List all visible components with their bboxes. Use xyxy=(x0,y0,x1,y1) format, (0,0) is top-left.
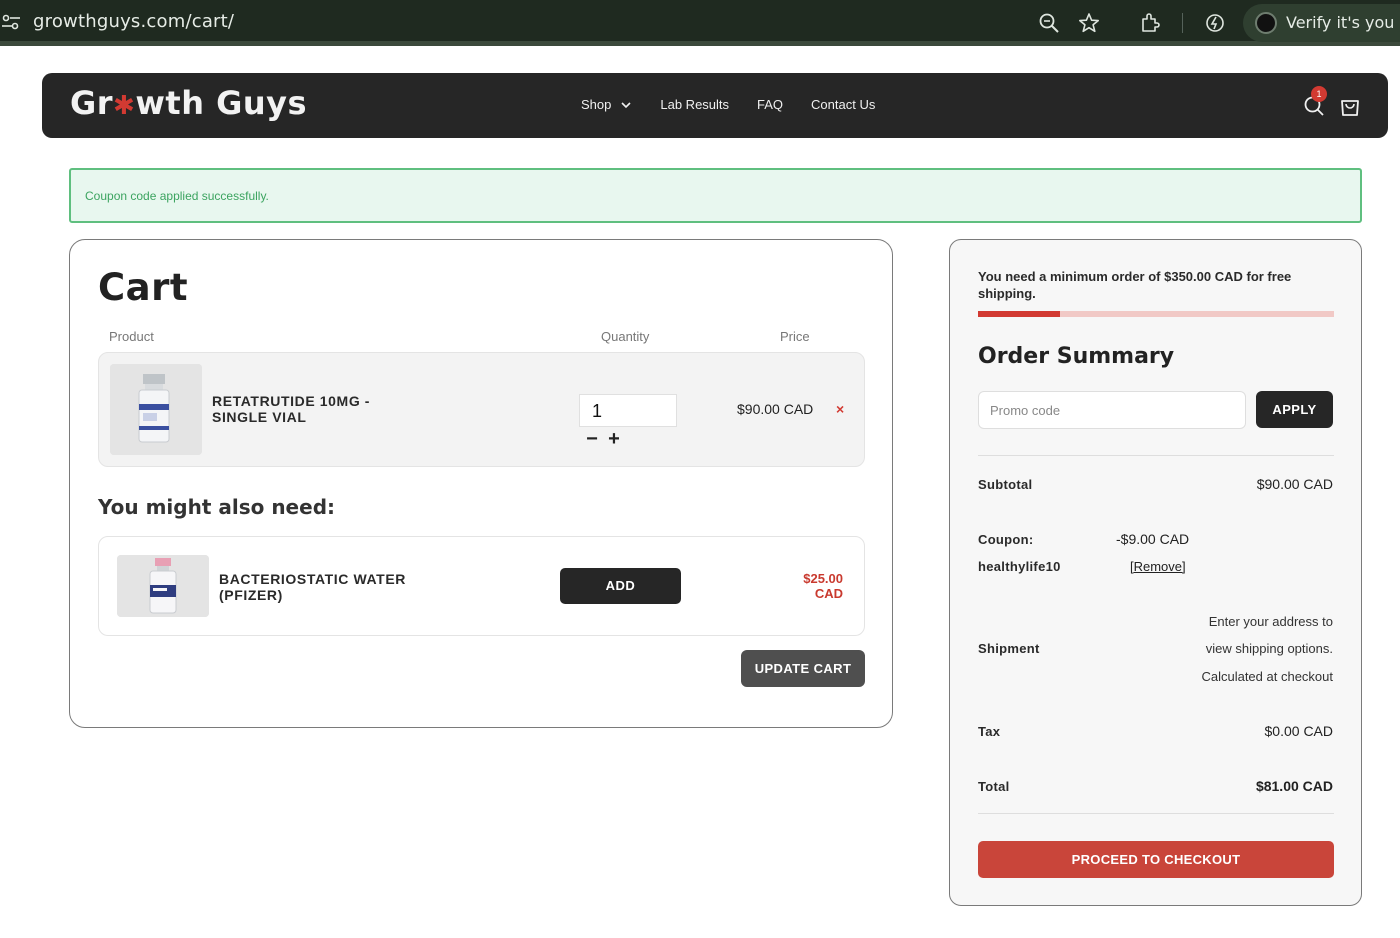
shipment-note: Enter your address to xyxy=(1208,614,1333,629)
extensions-icon[interactable] xyxy=(1139,12,1161,34)
browser-toolbar: growthguys.com/cart/ Verify it's you xyxy=(0,0,1400,46)
quantity-increase-button[interactable]: + xyxy=(606,428,622,451)
apply-promo-button[interactable]: APPLY xyxy=(1256,391,1333,428)
upsell-price: $25.00 CAD xyxy=(779,571,843,601)
add-upsell-button[interactable]: ADD xyxy=(560,568,681,604)
cart-bag-icon[interactable] xyxy=(1339,95,1361,117)
tax-value: $0.00 CAD xyxy=(1264,723,1333,739)
remove-item-button[interactable]: × xyxy=(836,401,844,417)
nav-item-shop[interactable]: Shop xyxy=(581,97,632,112)
logo-asterisk-icon: ✱ xyxy=(113,91,136,121)
verify-label: Verify it's you xyxy=(1286,13,1395,32)
quantity-input[interactable]: 1 xyxy=(579,394,677,427)
nav-item-contact-us[interactable]: Contact Us xyxy=(811,97,875,112)
logo-text-end: wth Guys xyxy=(135,84,308,122)
shipment-note: Calculated at checkout xyxy=(1201,669,1333,684)
nav-label: FAQ xyxy=(757,97,784,112)
quantity-decrease-button[interactable]: − xyxy=(584,428,600,451)
profile-avatar-icon xyxy=(1255,12,1277,34)
shipment-note: view shipping options. xyxy=(1205,641,1333,656)
site-header: Gr✱wth Guys Shop Lab Results FAQ Contact… xyxy=(42,73,1388,138)
total-value: $81.00 CAD xyxy=(1255,778,1333,794)
shipment-label: Shipment xyxy=(978,641,1040,656)
promo-code-input[interactable] xyxy=(978,391,1246,429)
coupon-success-notice: Coupon code applied successfully. xyxy=(69,168,1362,223)
logo-text-start: Gr xyxy=(70,84,114,122)
line-item-price: $90.00 CAD xyxy=(737,401,814,417)
water-vial-image xyxy=(117,555,209,617)
upsell-item: BACTERIOSTATIC WATER (PFIZER) ADD $25.00… xyxy=(98,536,865,636)
nav-label: Shop xyxy=(581,97,612,112)
proceed-to-checkout-button[interactable]: PROCEED TO CHECKOUT xyxy=(978,841,1334,878)
vial-image xyxy=(110,364,202,455)
total-label: Total xyxy=(978,779,1010,794)
subtotal-value: $90.00 CAD xyxy=(1256,476,1333,492)
free-shipping-message: You need a minimum order of $350.00 CAD … xyxy=(978,269,1292,301)
product-name-line: SINGLE VIAL xyxy=(212,409,307,425)
upsell-price-amount: $25.00 xyxy=(803,571,843,586)
tax-label: Tax xyxy=(978,724,1001,739)
column-header-quantity: Quantity xyxy=(601,329,650,344)
coupon-code: healthylife10 xyxy=(978,559,1061,574)
main-nav: Shop Lab Results FAQ Contact Us xyxy=(581,97,903,112)
nav-item-lab-results[interactable]: Lab Results xyxy=(660,97,729,112)
nav-item-faq[interactable]: FAQ xyxy=(757,97,783,112)
nav-label: Lab Results xyxy=(660,97,730,112)
column-header-price: Price xyxy=(780,329,810,344)
cart-line-item: RETATRUTIDE 10MG - SINGLE VIAL 1 − + $90… xyxy=(98,352,865,467)
product-name-line: RETATRUTIDE 10MG - xyxy=(212,393,371,409)
nav-label: Contact Us xyxy=(811,97,876,112)
cart-count-badge: 1 xyxy=(1311,86,1327,102)
upsell-product-image[interactable] xyxy=(117,555,209,617)
upsell-name-line: (PFIZER) xyxy=(219,587,283,603)
cart-panel: Cart Product Quantity Price RETATRUTIDE … xyxy=(69,239,893,728)
free-shipping-progress xyxy=(978,311,1334,317)
bookmark-star-icon[interactable] xyxy=(1078,12,1100,34)
site-settings-icon[interactable] xyxy=(2,12,20,32)
performance-leaf-icon[interactable] xyxy=(1204,12,1226,34)
summary-divider xyxy=(978,813,1334,814)
site-logo[interactable]: Gr✱wth Guys xyxy=(70,84,307,122)
product-name[interactable]: RETATRUTIDE 10MG - SINGLE VIAL xyxy=(212,393,370,425)
summary-divider xyxy=(978,455,1334,456)
summary-title: Order Summary xyxy=(978,344,1175,369)
remove-coupon-link[interactable]: [Remove] xyxy=(1130,559,1186,574)
column-header-product: Product xyxy=(109,329,154,344)
free-shipping-progress-fill xyxy=(978,311,1060,317)
product-image[interactable] xyxy=(110,364,202,455)
upsell-price-currency: CAD xyxy=(814,586,843,601)
update-cart-button[interactable]: UPDATE CART xyxy=(741,650,865,687)
quantity-value: 1 xyxy=(592,401,603,421)
upsell-name-line: BACTERIOSTATIC WATER xyxy=(219,571,406,587)
verify-profile-button[interactable]: Verify it's you xyxy=(1243,4,1400,42)
zoom-icon[interactable] xyxy=(1038,12,1060,34)
upsell-product-name[interactable]: BACTERIOSTATIC WATER (PFIZER) xyxy=(219,571,406,603)
coupon-amount: -$9.00 CAD xyxy=(1116,531,1190,547)
page-title: Cart xyxy=(98,266,189,309)
toolbar-separator xyxy=(1182,13,1183,33)
address-bar-url[interactable]: growthguys.com/cart/ xyxy=(33,11,234,32)
coupon-label: Coupon: xyxy=(978,532,1034,547)
order-summary-panel: You need a minimum order of $350.00 CAD … xyxy=(949,239,1362,906)
subtotal-label: Subtotal xyxy=(978,477,1033,492)
notice-text: Coupon code applied successfully. xyxy=(85,189,269,203)
upsell-heading: You might also need: xyxy=(98,495,336,519)
chevron-down-icon xyxy=(621,101,631,108)
